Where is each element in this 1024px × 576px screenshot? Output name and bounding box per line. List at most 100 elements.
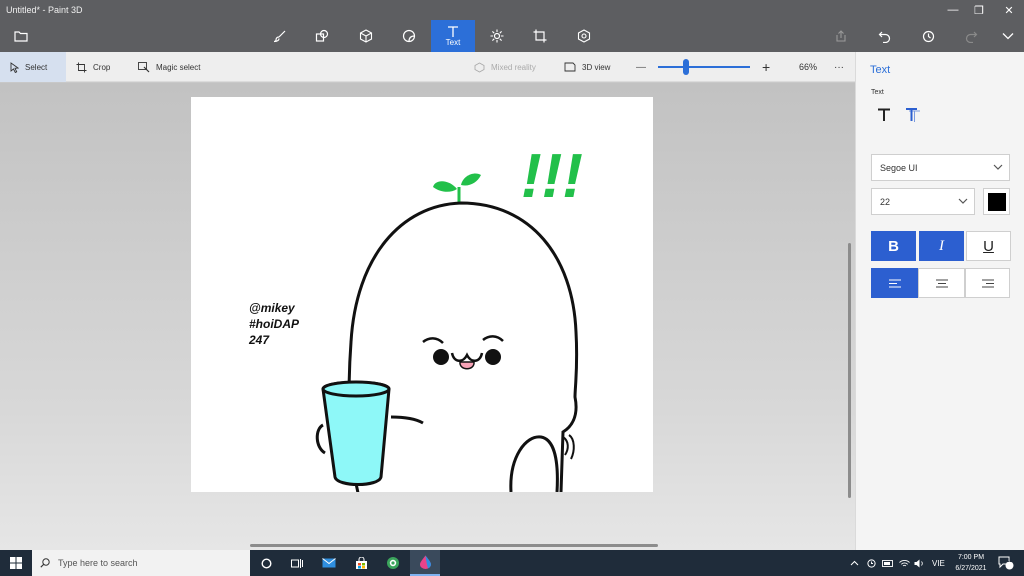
tool-effects[interactable] <box>475 20 519 52</box>
volume-icon <box>914 559 923 567</box>
tool-3d-shapes[interactable] <box>344 20 388 52</box>
store-app-button[interactable] <box>346 550 376 576</box>
tongue <box>459 361 475 370</box>
font-size-value: 22 <box>880 196 891 207</box>
app-title: Untitled* - Paint 3D <box>6 5 83 15</box>
taskbar-search-box[interactable]: Type here to search <box>32 550 250 576</box>
panel-subtitle: Text <box>871 89 884 96</box>
redo-icon <box>965 31 977 43</box>
expand-toolbar-button[interactable] <box>993 22 1023 50</box>
paint-3d-app-button[interactable] <box>410 550 440 576</box>
tool-brushes[interactable] <box>258 20 302 52</box>
tray-onedrive[interactable] <box>866 550 877 576</box>
3d-text-button[interactable] <box>902 104 924 126</box>
share-button[interactable] <box>826 22 856 50</box>
mixed-reality-button[interactable]: Mixed reality <box>474 52 536 82</box>
italic-button[interactable]: I <box>919 231 964 261</box>
tray-battery[interactable] <box>882 550 894 576</box>
drawing-canvas[interactable]: !!! @mikey #hoiDAP 247 <box>191 97 653 492</box>
tool-3d-library[interactable] <box>562 20 606 52</box>
2d-shapes-icon <box>315 29 329 42</box>
cup-rim <box>321 380 391 398</box>
water-cup <box>321 380 391 486</box>
history-button[interactable] <box>913 22 943 50</box>
canvas-icon <box>533 29 547 43</box>
horizontal-scrollbar[interactable] <box>250 544 658 547</box>
menu-button[interactable] <box>8 24 34 48</box>
align-center-button[interactable] <box>918 268 965 298</box>
left-cheek-dot <box>433 349 449 365</box>
zoom-level[interactable]: 66% <box>799 52 817 82</box>
select-label: Select <box>25 62 48 72</box>
3d-cube-icon <box>359 29 373 43</box>
3d-view-button[interactable]: 3D view <box>564 52 610 82</box>
history-icon <box>922 30 934 42</box>
cursor-icon <box>10 61 19 73</box>
sticker-icon <box>402 29 416 43</box>
right-cheek-dot <box>485 349 501 365</box>
search-icon <box>40 558 50 568</box>
notification-center-button[interactable]: 18 <box>998 550 1014 576</box>
title-bar: Untitled* - Paint 3D — ❐ ✕ Text <box>0 0 1024 52</box>
show-hidden-icons-button[interactable] <box>850 550 859 576</box>
redo-button[interactable] <box>956 22 986 50</box>
tray-volume[interactable] <box>914 550 925 576</box>
3d-library-icon <box>577 29 591 43</box>
undo-button[interactable] <box>869 22 899 50</box>
motion-lines <box>562 434 575 460</box>
magic-select-button[interactable]: Magic select <box>138 52 200 82</box>
align-left-button[interactable] <box>871 268 918 298</box>
browser-app-button[interactable] <box>378 550 408 576</box>
tray-language[interactable]: VIE <box>932 550 945 576</box>
brush-icon <box>273 30 286 43</box>
cortana-button[interactable] <box>251 550 281 576</box>
text-color-picker[interactable] <box>983 188 1010 215</box>
wifi-icon <box>899 559 910 566</box>
tool-text[interactable]: Text <box>431 20 475 52</box>
zoom-slider-track[interactable] <box>658 66 750 68</box>
font-family-dropdown[interactable]: Segoe UI <box>871 154 1010 181</box>
3d-view-icon <box>564 62 576 72</box>
zoom-in-button[interactable]: + <box>762 52 770 82</box>
select-button[interactable]: Select <box>0 52 66 82</box>
task-view-button[interactable] <box>282 550 312 576</box>
font-size-dropdown[interactable]: 22 <box>871 188 975 215</box>
3d-text-icon <box>906 108 920 122</box>
clock-time: 7:00 PM <box>957 554 985 561</box>
zoom-slider-thumb[interactable] <box>682 59 689 75</box>
font-family-value: Segoe UI <box>880 162 918 173</box>
watermark-text: @mikey #hoiDAP 247 <box>249 300 299 348</box>
vertical-scrollbar[interactable] <box>848 243 851 498</box>
tool-canvas[interactable] <box>518 20 562 52</box>
tool-stickers[interactable] <box>387 20 431 52</box>
align-right-icon <box>981 279 994 287</box>
holding-hand <box>315 423 326 455</box>
more-options-button[interactable]: ··· <box>834 52 844 82</box>
align-right-button[interactable] <box>965 268 1010 298</box>
battery-icon <box>882 559 893 567</box>
tool-2d-shapes[interactable] <box>300 20 344 52</box>
underline-button[interactable]: U <box>966 231 1011 261</box>
taskbar: Type here to search VIE 7:00 PM 6/27/202… <box>0 550 1024 576</box>
effects-icon <box>490 29 504 43</box>
cortana-icon <box>260 557 272 569</box>
mail-app-button[interactable] <box>314 550 344 576</box>
maximize-button[interactable]: ❐ <box>962 0 996 20</box>
chevron-down-icon <box>958 198 968 204</box>
coccoc-browser-icon <box>387 557 399 569</box>
crop-button[interactable]: Crop <box>76 52 110 82</box>
taskbar-clock[interactable]: 7:00 PM 6/27/2021 <box>948 552 994 574</box>
exclamation-marks: !!! <box>521 142 583 211</box>
2d-text-button[interactable] <box>873 104 895 126</box>
magic-select-label: Magic select <box>156 62 201 72</box>
paint-3d-icon <box>419 555 431 569</box>
sprout-leaf-left <box>433 181 457 192</box>
tray-wifi[interactable] <box>899 550 910 576</box>
text-icon <box>448 25 458 37</box>
close-button[interactable]: ✕ <box>992 0 1024 20</box>
crop-label: Crop <box>93 62 111 72</box>
notification-count: 18 <box>1006 558 1013 564</box>
bold-button[interactable]: B <box>871 231 916 261</box>
start-button[interactable] <box>0 550 32 576</box>
zoom-out-button[interactable]: — <box>636 52 646 82</box>
